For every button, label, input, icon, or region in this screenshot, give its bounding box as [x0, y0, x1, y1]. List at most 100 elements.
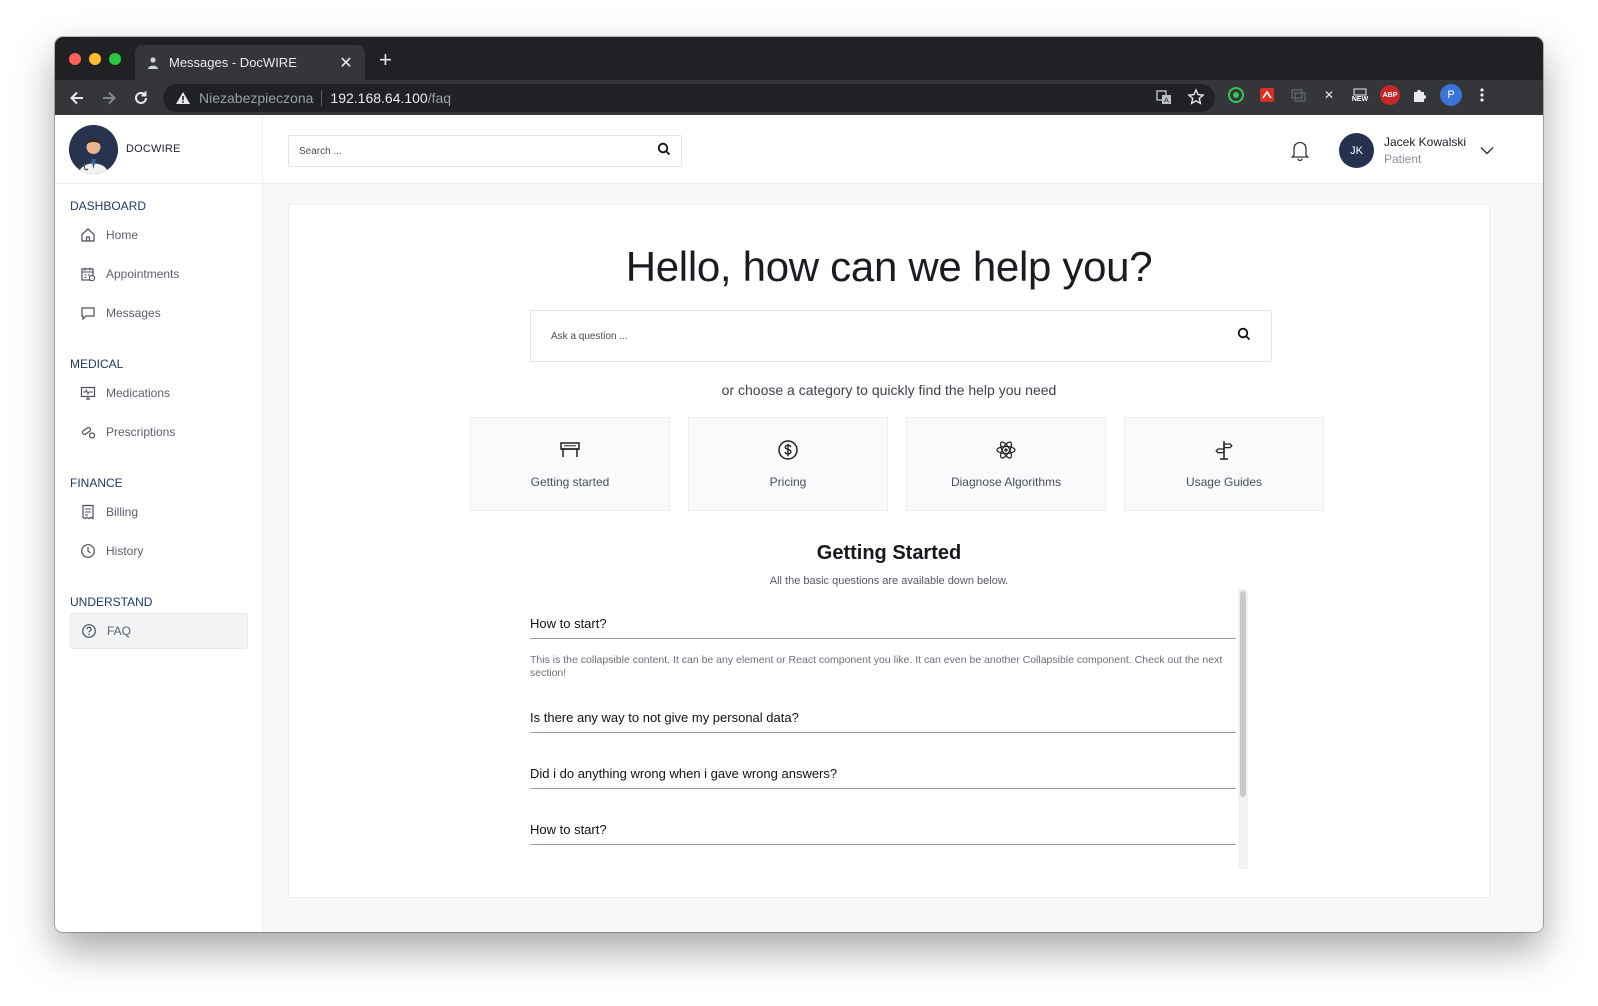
- warning-icon: [175, 91, 191, 105]
- red-shield-extension-icon[interactable]: [1256, 84, 1278, 106]
- category-list: Getting started Pricing Diagnose Algorit…: [470, 417, 1324, 511]
- section-medical: MEDICAL: [70, 357, 124, 371]
- faq-question-text: How to start?: [530, 822, 607, 837]
- minimize-window-button[interactable]: [89, 53, 101, 65]
- forward-icon[interactable]: [93, 84, 125, 112]
- sidebar-item-label: Home: [106, 228, 139, 242]
- x-extension-icon[interactable]: ✕: [1318, 84, 1340, 106]
- section-dashboard: DASHBOARD: [70, 199, 147, 213]
- sidebar-item-messages[interactable]: Messages: [70, 295, 248, 331]
- atom-icon: [995, 439, 1017, 461]
- sidebar: DOCWIRE DASHBOARD Home Appointments Mess: [55, 115, 263, 932]
- faq-question[interactable]: How to start?: [530, 609, 1236, 639]
- app-viewport: DOCWIRE DASHBOARD Home Appointments Mess: [55, 115, 1543, 932]
- start-sign-icon: [559, 439, 581, 461]
- faq-question-text: Is there any way to not give my personal…: [530, 710, 799, 725]
- brand-name: DOCWIRE: [126, 143, 181, 155]
- top-bar: JK Jacek Kowalski Patient: [263, 115, 1543, 184]
- signpost-icon: [1213, 439, 1235, 461]
- user-menu[interactable]: JK Jacek Kowalski Patient: [1339, 133, 1494, 168]
- new-extension-label: NEW: [1351, 95, 1369, 103]
- sidebar-item-label: Medications: [106, 386, 171, 400]
- calendar-icon: [80, 266, 96, 282]
- green-circle-extension-icon[interactable]: [1225, 84, 1247, 106]
- browser-window: Messages - DocWIRE ✕ + Niezabezpieczona …: [55, 37, 1543, 932]
- category-label: Getting started: [530, 475, 610, 489]
- svg-text:A: A: [1164, 97, 1169, 105]
- close-window-button[interactable]: [69, 53, 81, 65]
- faq-scrollbar[interactable]: [1238, 589, 1248, 869]
- browser-menu-icon[interactable]: [1471, 84, 1493, 106]
- receipt-icon: [80, 504, 96, 520]
- category-pricing[interactable]: Pricing: [688, 417, 888, 511]
- help-center-card: Hello, how can we help you? or choose a …: [288, 204, 1490, 898]
- new-extension-icon[interactable]: NEW: [1349, 84, 1371, 106]
- avatar: JK: [1339, 133, 1374, 168]
- category-prompt: or choose a category to quickly find the…: [721, 382, 1057, 398]
- ask-question-input[interactable]: [551, 330, 1237, 342]
- security-status: Niezabezpieczona: [199, 90, 314, 106]
- sidebar-item-home[interactable]: Home: [70, 217, 248, 253]
- sidebar-item-label: Prescriptions: [106, 425, 176, 439]
- doctor-favicon-icon: [145, 55, 161, 71]
- url-path: /faq: [427, 90, 452, 106]
- sidebar-item-label: Messages: [106, 306, 161, 320]
- home-icon: [80, 227, 96, 243]
- address-bar[interactable]: Niezabezpieczona 192.168.64.100 /faq A: [163, 84, 1215, 112]
- faq-list: How to start? This is the collapsible co…: [530, 589, 1250, 869]
- dark-extension-icon[interactable]: [1287, 84, 1309, 106]
- puzzle-extensions-icon[interactable]: [1409, 84, 1431, 106]
- page-title: Hello, how can we help you?: [625, 243, 1153, 290]
- star-icon[interactable]: [1187, 88, 1205, 111]
- sidebar-item-appointments[interactable]: Appointments: [70, 256, 248, 292]
- global-search: [288, 135, 682, 167]
- translate-icon[interactable]: A: [1155, 88, 1173, 111]
- sidebar-item-label: History: [106, 544, 144, 558]
- maximize-window-button[interactable]: [109, 53, 121, 65]
- back-icon[interactable]: [61, 84, 93, 112]
- sidebar-item-label: Appointments: [106, 267, 180, 281]
- chevron-down-icon[interactable]: [1480, 142, 1494, 160]
- search-input[interactable]: [299, 145, 657, 157]
- category-label: Usage Guides: [1185, 475, 1263, 489]
- profile-avatar[interactable]: P: [1440, 84, 1462, 106]
- category-usage-guides[interactable]: Usage Guides: [1124, 417, 1324, 511]
- sidebar-item-medications[interactable]: Medications: [70, 375, 248, 411]
- sidebar-item-label: FAQ: [107, 624, 132, 638]
- search-icon[interactable]: [1237, 327, 1251, 346]
- address-divider: [321, 90, 323, 106]
- notification-bell-icon[interactable]: [1290, 139, 1310, 166]
- faq-question[interactable]: Is there any way to not give my personal…: [530, 703, 1236, 733]
- sidebar-item-prescriptions[interactable]: Prescriptions: [70, 414, 248, 450]
- tab-close-icon[interactable]: ✕: [337, 53, 355, 73]
- faq-question-text: How to start?: [530, 616, 607, 631]
- browser-tab[interactable]: Messages - DocWIRE ✕: [135, 45, 365, 80]
- user-name: Jacek Kowalski: [1384, 135, 1467, 149]
- section-title: Getting Started: [816, 542, 962, 564]
- sidebar-item-faq[interactable]: FAQ: [70, 613, 248, 649]
- faq-answer: This is the collapsible content. It can …: [530, 654, 1223, 679]
- category-diagnose-algorithms[interactable]: Diagnose Algorithms: [906, 417, 1106, 511]
- section-understand: UNDERSTAND: [70, 595, 153, 609]
- adblock-plus-icon[interactable]: ABP: [1380, 85, 1400, 105]
- doctor-logo-icon[interactable]: [69, 124, 118, 174]
- section-subtitle: All the basic questions are available do…: [769, 575, 1009, 587]
- sidebar-item-history[interactable]: History: [70, 533, 248, 569]
- ask-question-box: [530, 310, 1272, 362]
- new-tab-button[interactable]: +: [379, 49, 392, 71]
- faq-question-text: Did i do anything wrong when i gave wron…: [530, 766, 838, 781]
- section-finance: FINANCE: [70, 476, 123, 490]
- faq-question[interactable]: Did i do anything wrong when i gave wron…: [530, 759, 1236, 789]
- extensions-bar: ✕ NEW ABP P: [1225, 84, 1493, 106]
- reload-icon[interactable]: [125, 84, 157, 112]
- browser-toolbar: Niezabezpieczona 192.168.64.100 /faq A ✕…: [55, 80, 1543, 115]
- tab-title: Messages - DocWIRE: [169, 55, 297, 70]
- category-getting-started[interactable]: Getting started: [470, 417, 670, 511]
- category-label: Diagnose Algorithms: [950, 475, 1062, 489]
- sidebar-item-billing[interactable]: Billing: [70, 494, 248, 530]
- search-icon[interactable]: [657, 142, 671, 161]
- url-host: 192.168.64.100: [330, 90, 428, 106]
- faq-question[interactable]: How to start?: [530, 815, 1236, 845]
- scrollbar-thumb[interactable]: [1240, 591, 1246, 797]
- tab-strip: Messages - DocWIRE ✕ +: [55, 37, 1543, 80]
